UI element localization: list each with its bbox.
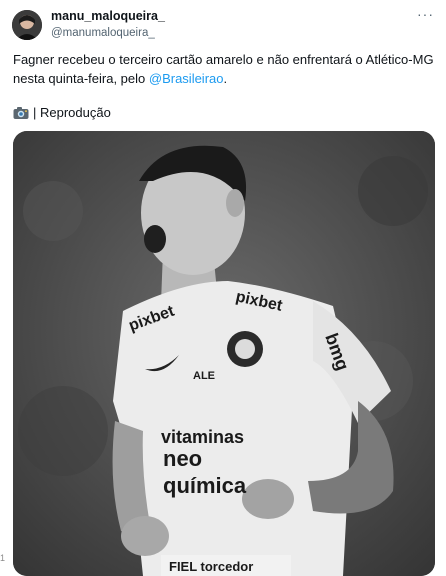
tweet-text-end: . [223, 71, 228, 86]
chest-sponsor-line2: neo [163, 446, 202, 471]
photo-credit-label: | Reprodução [33, 105, 111, 120]
avatar-image [12, 10, 42, 40]
display-name[interactable]: manu_maloqueira_ [51, 9, 165, 23]
player-photo: pixbet pixbet ALE vitaminas neo química … [13, 131, 435, 576]
tweet-text: Fagner recebeu o terceiro cartão amarelo… [13, 50, 438, 88]
chest-sponsor-line3: química [163, 473, 247, 498]
mention-link[interactable]: @Brasileirao [149, 71, 224, 86]
kit-brand: ALE [193, 370, 215, 382]
tweet-photo[interactable]: pixbet pixbet ALE vitaminas neo química … [13, 131, 435, 576]
avatar[interactable] [12, 10, 42, 40]
camera-icon [13, 106, 29, 120]
more-options-icon[interactable]: ··· [417, 6, 434, 22]
tweet-card: manu_maloqueira_ @manumaloqueira_ ··· Fa… [0, 0, 446, 576]
photo-credit: | Reprodução [13, 103, 111, 122]
user-handle[interactable]: @manumaloqueira_ [51, 27, 155, 39]
edge-mark: 1 [0, 553, 6, 563]
chest-sponsor-line1: vitaminas [161, 427, 244, 447]
bottom-banner: FIEL torcedor [169, 559, 253, 574]
